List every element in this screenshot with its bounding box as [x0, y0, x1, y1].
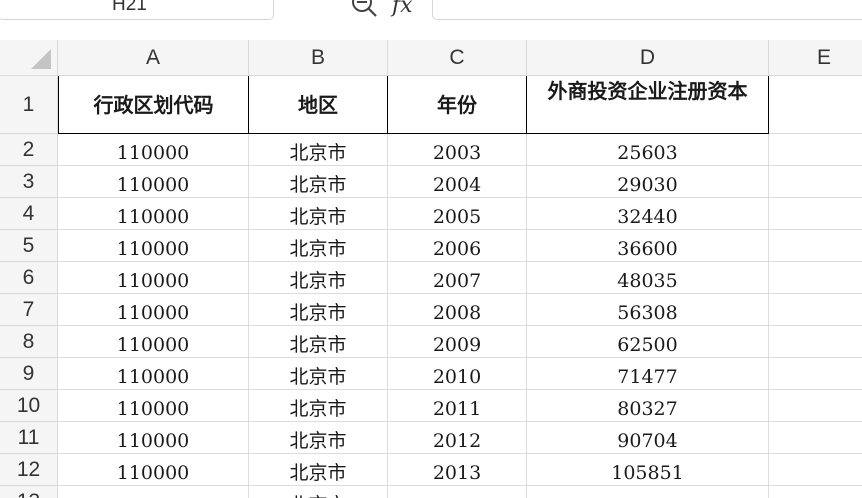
cell-capital[interactable]: 90704: [527, 422, 769, 454]
cell[interactable]: [769, 198, 862, 230]
cell[interactable]: [769, 486, 862, 498]
cell-code[interactable]: 110000: [58, 390, 249, 422]
cell-region[interactable]: 北京市: [249, 166, 388, 198]
cell[interactable]: [769, 134, 862, 166]
cell-region[interactable]: 北京市: [249, 230, 388, 262]
cell-code[interactable]: 110000: [58, 294, 249, 326]
row-header-2[interactable]: 2: [0, 134, 58, 166]
cell-year[interactable]: 2005: [388, 198, 527, 230]
cell[interactable]: [769, 422, 862, 454]
cell[interactable]: [769, 294, 862, 326]
cell-year[interactable]: 2004: [388, 166, 527, 198]
column-header-c[interactable]: C: [388, 40, 527, 76]
fx-icon[interactable]: fx: [392, 0, 413, 18]
cell[interactable]: [769, 454, 862, 486]
row-header-6[interactable]: 6: [0, 262, 58, 294]
cell-code[interactable]: 110000: [58, 166, 249, 198]
cell-year[interactable]: 2010: [388, 358, 527, 390]
cell-capital[interactable]: 56308: [527, 294, 769, 326]
cell[interactable]: [769, 390, 862, 422]
cell-capital[interactable]: 48035: [527, 262, 769, 294]
cell-code[interactable]: 110000: [58, 454, 249, 486]
cell-region[interactable]: 北京市: [249, 198, 388, 230]
row-header-4[interactable]: 4: [0, 198, 58, 230]
cell-year[interactable]: 2012: [388, 422, 527, 454]
cell-year[interactable]: 2007: [388, 262, 527, 294]
cell-year[interactable]: [388, 486, 527, 498]
cell[interactable]: [769, 166, 862, 198]
row-header-8[interactable]: 8: [0, 326, 58, 358]
cell-capital[interactable]: 62500: [527, 326, 769, 358]
cell[interactable]: [769, 326, 862, 358]
row-header-3[interactable]: 3: [0, 166, 58, 198]
cell-capital[interactable]: [527, 486, 769, 498]
name-box-value: H21: [112, 0, 147, 15]
cell-code[interactable]: 110000: [58, 358, 249, 390]
column-header-e[interactable]: E: [769, 40, 862, 76]
formula-input[interactable]: [432, 0, 862, 20]
cell-region[interactable]: 北京市: [249, 358, 388, 390]
row-header-10[interactable]: 10: [0, 390, 58, 422]
row-header-13[interactable]: 13: [0, 486, 58, 498]
cell-code[interactable]: 110000: [58, 198, 249, 230]
cell-year[interactable]: 2008: [388, 294, 527, 326]
column-header-b[interactable]: B: [249, 40, 388, 76]
row-header-9[interactable]: 9: [0, 358, 58, 390]
cell-region[interactable]: 北京市: [249, 294, 388, 326]
cell[interactable]: [769, 76, 862, 134]
cell-year[interactable]: 2011: [388, 390, 527, 422]
cell-capital[interactable]: 105851: [527, 454, 769, 486]
cell-year[interactable]: 2006: [388, 230, 527, 262]
cell-region[interactable]: 北京市: [249, 262, 388, 294]
select-all-corner[interactable]: [0, 40, 58, 76]
cell-code[interactable]: 110000: [58, 230, 249, 262]
select-all-icon: [31, 49, 51, 69]
header-cell-year[interactable]: 年份: [388, 76, 527, 134]
cell-year[interactable]: 2009: [388, 326, 527, 358]
cell-region[interactable]: 北京市: [249, 486, 388, 498]
row-header-5[interactable]: 5: [0, 230, 58, 262]
spreadsheet-app: H21 fx A B C D E 1 2 3 4 5 6 7 8 9 10 11…: [0, 0, 862, 498]
cell-region[interactable]: 北京市: [249, 422, 388, 454]
row-header-1[interactable]: 1: [0, 76, 58, 134]
cell-region[interactable]: 北京市: [249, 454, 388, 486]
cell-code[interactable]: 110000: [58, 262, 249, 294]
row-header-7[interactable]: 7: [0, 294, 58, 326]
cell[interactable]: [769, 230, 862, 262]
zoom-icon[interactable]: [348, 0, 380, 20]
cell-year[interactable]: 2013: [388, 454, 527, 486]
cell-region[interactable]: 北京市: [249, 326, 388, 358]
cell-code[interactable]: 110000: [58, 134, 249, 166]
formula-bar: H21 fx: [0, 0, 862, 24]
header-cell-capital[interactable]: 外商投资企业注册资本: [527, 76, 769, 134]
cell-capital[interactable]: 80327: [527, 390, 769, 422]
column-header-a[interactable]: A: [58, 40, 249, 76]
header-cell-code[interactable]: 行政区划代码: [58, 76, 249, 134]
cell-capital[interactable]: 25603: [527, 134, 769, 166]
cell[interactable]: [769, 262, 862, 294]
cell-region[interactable]: 北京市: [249, 134, 388, 166]
header-cell-region[interactable]: 地区: [249, 76, 388, 134]
cell-code[interactable]: 110000: [58, 326, 249, 358]
cell-region[interactable]: 北京市: [249, 390, 388, 422]
row-header-11[interactable]: 11: [0, 422, 58, 454]
cell-capital[interactable]: 36600: [527, 230, 769, 262]
cell-year[interactable]: 2003: [388, 134, 527, 166]
cell-capital[interactable]: 29030: [527, 166, 769, 198]
cell-code[interactable]: 110000: [58, 422, 249, 454]
column-header-d[interactable]: D: [527, 40, 769, 76]
row-header-12[interactable]: 12: [0, 454, 58, 486]
cell-capital[interactable]: 71477: [527, 358, 769, 390]
cell[interactable]: [769, 358, 862, 390]
cell-capital[interactable]: 32440: [527, 198, 769, 230]
cell-code[interactable]: [58, 486, 249, 498]
